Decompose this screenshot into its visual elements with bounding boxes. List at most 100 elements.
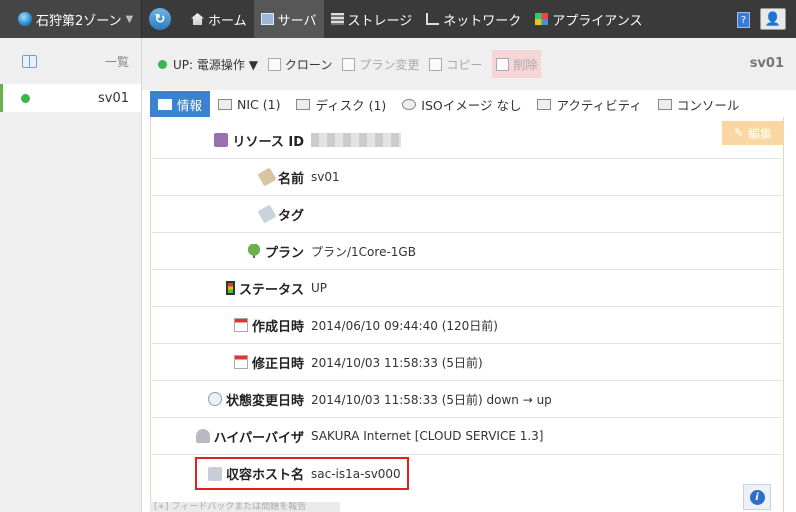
clone-label: クローン <box>284 57 333 72</box>
home-icon <box>191 13 204 25</box>
nav-server[interactable]: サーバ <box>253 0 324 38</box>
detail-value: sv01 <box>311 170 340 184</box>
detail-row-resource-id: リソース ID <box>152 122 782 159</box>
nav-network[interactable]: ネットワーク <box>419 0 528 38</box>
nav-appliance[interactable]: アプライアンス <box>528 0 649 38</box>
help-icon: ? <box>740 14 747 26</box>
action-bar: UP: 電源操作 ▼ クローン プラン変更 コピー 削除 sv01 <box>142 38 796 90</box>
tab-activity-label: アクティビティ <box>556 97 642 113</box>
nic-icon <box>218 98 233 110</box>
nav-home[interactable]: ホーム <box>184 0 254 38</box>
traffic-light-icon <box>225 281 235 295</box>
detail-label: 修正日時 <box>251 356 304 372</box>
detail-value: UP <box>311 281 328 295</box>
refresh-icon: ↻ <box>149 8 171 30</box>
network-icon <box>426 13 440 25</box>
detail-label: タグ <box>277 208 304 224</box>
tab-console-label: コンソール <box>676 97 740 113</box>
resource-id-value-redacted <box>311 133 401 147</box>
zone-selector[interactable]: 石狩第2ゾーン ▼ <box>0 0 142 38</box>
main-nav: ホーム サーバ ストレージ ネットワーク アプライアンス <box>184 0 650 38</box>
detail-label: ハイパーバイザ <box>213 430 304 446</box>
plan-change-button[interactable]: プラン変更 <box>342 50 419 78</box>
clone-button[interactable]: クローン <box>267 50 333 78</box>
list-item[interactable]: sv01 <box>0 84 141 112</box>
copy-button[interactable]: コピー <box>429 50 482 78</box>
detail-row-plan: プラン プラン/1Core-1GB <box>152 233 782 270</box>
delete-label: 削除 <box>513 57 538 72</box>
clock-icon <box>207 392 222 406</box>
detail-row-status: ステータス UP <box>152 270 782 307</box>
nav-home-label: ホーム <box>208 13 247 29</box>
copy-label: コピー <box>446 57 483 72</box>
user-icon: 👤 <box>764 11 782 27</box>
info-icon: i <box>749 489 765 505</box>
list-header: 一覧 <box>0 38 141 84</box>
calendar-icon <box>233 355 248 369</box>
detail-row-hypervisor: ハイパーバイザ SAKURA Internet [CLOUD SERVICE 1… <box>152 418 782 455</box>
server-list-panel: 一覧 sv01 <box>0 38 142 512</box>
tab-activity[interactable]: アクティビティ <box>529 91 649 117</box>
delete-button[interactable]: 削除 <box>492 50 542 78</box>
tab-iso-label: ISOイメージ なし <box>421 97 522 113</box>
tree-icon <box>246 244 261 258</box>
help-button[interactable]: ? <box>737 12 750 28</box>
detail-row-name: 名前 sv01 <box>152 159 782 196</box>
globe-icon <box>18 12 32 26</box>
power-status-icon <box>158 59 167 69</box>
detail-label: プラン <box>264 245 304 261</box>
tab-disk[interactable]: ディスク (1) <box>288 91 394 117</box>
disk-icon <box>296 98 311 110</box>
power-label: UP: 電源操作 ▼ <box>173 57 258 72</box>
detail-list: リソース ID 名前 sv01 タグ プラン プラン/1Core-1GB ステー… <box>152 122 782 492</box>
detail-label: 状態変更日時 <box>225 393 304 409</box>
book-icon[interactable] <box>22 54 37 68</box>
tab-info-label: 情報 <box>177 97 203 113</box>
detail-value: プラン/1Core-1GB <box>311 244 416 259</box>
tab-console[interactable]: コンソール <box>650 91 748 117</box>
detail-row-created: 作成日時 2014/06/10 09:44:40 (120日前) <box>152 307 782 344</box>
tab-iso[interactable]: ISOイメージ なし <box>394 91 529 117</box>
tag-icon <box>257 204 277 224</box>
detail-row-tag: タグ <box>152 196 782 233</box>
tab-nic-label: NIC (1) <box>237 96 281 112</box>
info-icon <box>158 98 172 110</box>
nav-server-label: サーバ <box>277 13 317 29</box>
detail-label: 作成日時 <box>251 319 304 335</box>
refresh-button[interactable]: ↻ <box>142 0 178 38</box>
feedback-link[interactable]: [+] フィードバックまたは問題を報告 <box>150 502 340 512</box>
storage-icon <box>330 13 344 25</box>
appliance-icon <box>535 13 549 25</box>
tab-disk-label: ディスク (1) <box>315 97 387 113</box>
nav-appliance-label: アプライアンス <box>552 13 643 29</box>
cd-icon <box>402 98 417 110</box>
monitor-icon <box>537 98 552 110</box>
signpost-icon <box>342 57 356 71</box>
detail-row-modified: 修正日時 2014/10/03 11:58:33 (5日前) <box>152 344 782 381</box>
list-item-label: sv01 <box>97 90 129 106</box>
top-bar: 石狩第2ゾーン ▼ ↻ ホーム サーバ ストレージ ネットワーク アプライアンス <box>0 0 796 38</box>
plan-change-label: プラン変更 <box>359 57 420 72</box>
detail-row-state-changed: 状態変更日時 2014/10/03 11:58:33 (5日前) down → … <box>152 381 782 418</box>
detail-label: リソース ID <box>232 134 304 150</box>
detail-value: 2014/06/10 09:44:40 (120日前) <box>311 318 498 333</box>
detail-value: SAKURA Internet [CLOUD SERVICE 1.3] <box>311 429 544 443</box>
calendar-icon <box>233 318 248 332</box>
nav-storage-label: ストレージ <box>347 13 413 29</box>
detail-label: ステータス <box>238 282 304 298</box>
detail-label: 名前 <box>277 171 304 187</box>
user-menu-button[interactable]: 👤 <box>760 8 786 30</box>
name-tag-icon <box>257 167 277 187</box>
tab-nic[interactable]: NIC (1) <box>210 91 288 117</box>
host-highlight-box <box>195 457 409 490</box>
tab-info[interactable]: 情報 <box>150 91 211 117</box>
list-header-label: 一覧 <box>104 54 129 69</box>
detail-tabs: 情報 NIC (1) ディスク (1) ISOイメージ なし アクティビティ コ… <box>150 91 747 117</box>
server-icon <box>260 13 274 25</box>
nav-network-label: ネットワーク <box>443 13 522 29</box>
info-button[interactable]: i <box>743 484 771 510</box>
power-button[interactable]: UP: 電源操作 ▼ <box>158 50 258 78</box>
nav-storage[interactable]: ストレージ <box>324 0 420 38</box>
id-icon <box>214 133 229 147</box>
copy-icon <box>429 57 443 71</box>
